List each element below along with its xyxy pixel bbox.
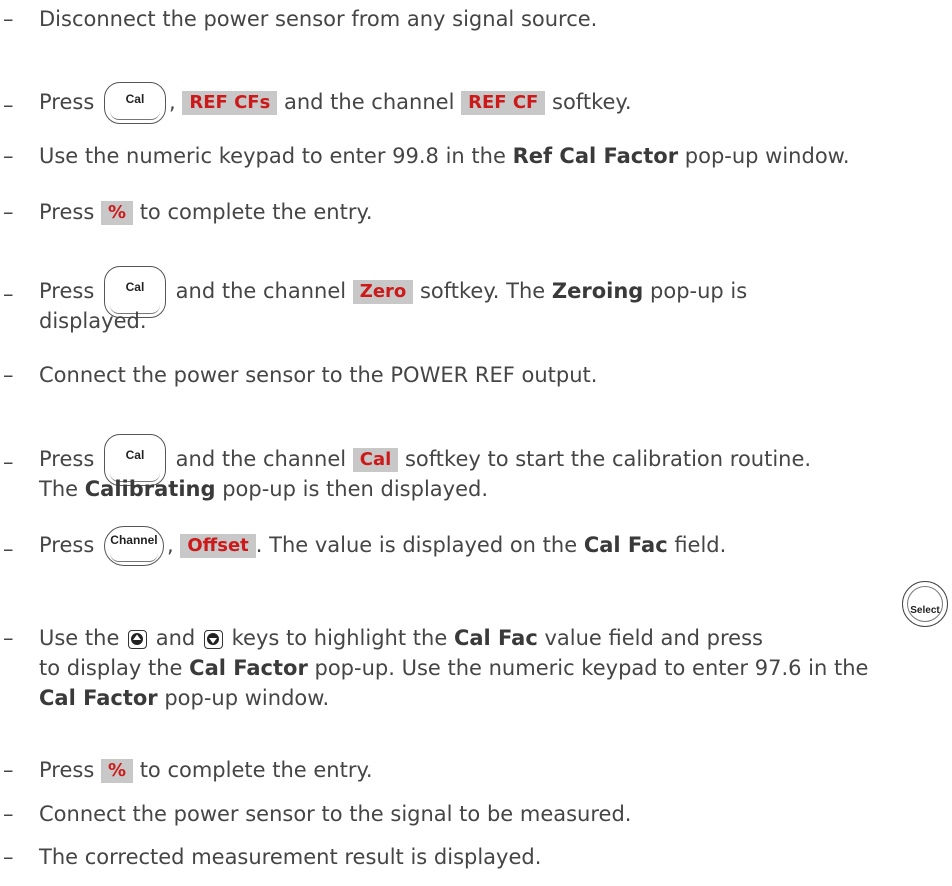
step-text: Disconnect the power sensor from any sig… [39, 7, 598, 31]
cal-key-icon: Cal [103, 82, 166, 124]
bullet-dash: – [3, 537, 14, 561]
zero-softkey: Zero [352, 280, 414, 304]
bullet-dash: – [3, 144, 14, 168]
percent-softkey: % [100, 201, 134, 225]
bullet-dash: – [3, 450, 14, 474]
percent-softkey: % [100, 759, 134, 783]
up-arrow-key-icon [128, 629, 148, 649]
ref-cf-softkey: REF CF [461, 91, 546, 115]
cal-softkey: Cal [352, 448, 399, 472]
bullet-dash: – [3, 200, 14, 224]
bullet-dash: – [3, 626, 14, 650]
bullet-dash: – [3, 363, 14, 387]
down-arrow-key-icon [203, 629, 223, 649]
bullet-dash: – [3, 802, 14, 826]
bullet-dash: – [3, 93, 14, 117]
bullet-dash: – [3, 758, 14, 782]
bullet-dash: – [3, 282, 14, 306]
select-key-icon: Select [902, 581, 948, 627]
bullet-dash: – [3, 7, 14, 31]
channel-key-icon: Channel [103, 526, 164, 566]
ref-cfs-softkey: REF CFs [182, 91, 278, 115]
offset-softkey: Offset [180, 534, 256, 558]
bullet-dash: – [3, 845, 14, 869]
